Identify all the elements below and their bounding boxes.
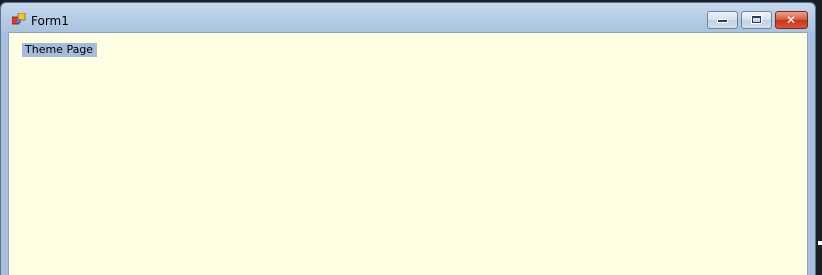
screen: Form1 ✕ Theme Page: [0, 0, 822, 275]
theme-page-label: Theme Page: [22, 43, 98, 57]
resize-handle-marker[interactable]: [818, 241, 822, 245]
minimize-icon: [718, 20, 727, 22]
title-bar[interactable]: Form1 ✕: [1, 3, 815, 33]
maximize-icon: [751, 15, 762, 24]
close-button[interactable]: ✕: [775, 11, 808, 29]
maximize-button[interactable]: [741, 11, 772, 29]
close-icon: ✕: [786, 13, 797, 27]
window-title: Form1: [31, 14, 69, 28]
form-app-icon: [12, 13, 26, 25]
form-client-area: Theme Page: [8, 32, 808, 275]
form-window: Form1 ✕ Theme Page: [0, 2, 816, 275]
minimize-button[interactable]: [707, 11, 738, 29]
